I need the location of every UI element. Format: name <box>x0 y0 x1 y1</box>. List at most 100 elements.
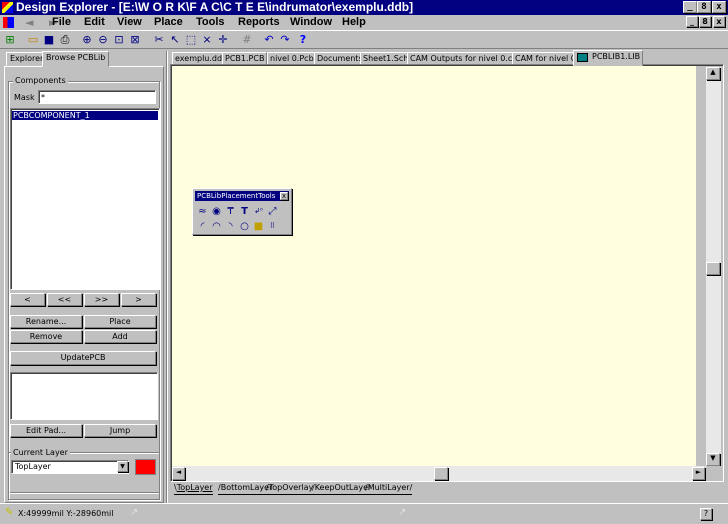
help-icon[interactable]: ? <box>296 33 310 47</box>
deselect-icon[interactable]: ⨯ <box>200 33 214 47</box>
maximize-button[interactable]: 8 <box>697 1 711 13</box>
place-button[interactable]: Place <box>84 315 156 328</box>
horizontal-scrollbar[interactable]: ◄ ► <box>172 466 706 481</box>
jump-button[interactable]: Jump <box>84 424 156 437</box>
cut-wire-icon[interactable]: ✂ <box>152 33 166 47</box>
rename-button[interactable]: Rename... <box>10 315 82 328</box>
tab-bottomlayer-label: BottomLayer <box>220 483 273 492</box>
first-button[interactable]: < <box>10 293 45 306</box>
horizontal-scroll-thumb[interactable] <box>434 467 448 480</box>
prev-button[interactable]: << <box>47 293 82 306</box>
mdi-close-button[interactable]: x <box>713 16 725 27</box>
document-icon[interactable] <box>3 17 14 28</box>
tab-topoverlay-label: TopOverlay <box>268 483 314 492</box>
remove-button[interactable]: Remove <box>10 330 82 343</box>
scroll-corner <box>706 466 721 481</box>
menu-place[interactable]: Place <box>154 15 183 30</box>
layer-color-swatch[interactable] <box>135 459 156 475</box>
scroll-left-icon[interactable]: ◄ <box>172 467 185 480</box>
update-pcb-button[interactable]: UpdatePCB <box>10 351 156 365</box>
menu-bar: ◄ ► File Edit View Place Tools Reports W… <box>0 15 728 30</box>
tab-pcblib1-lib[interactable]: PCBLIB1.LIB <box>573 50 644 66</box>
tab-topoverlay[interactable]: /TopOverlay <box>266 482 314 495</box>
full-circle-icon[interactable]: ○ <box>238 220 251 233</box>
next-button[interactable]: >> <box>84 293 119 306</box>
select-rect-icon[interactable]: ⬚ <box>184 33 198 47</box>
status-arrow2-icon: ↗ <box>398 507 407 518</box>
minimize-button[interactable]: _ <box>683 1 697 13</box>
menu-help[interactable]: Help <box>342 15 366 30</box>
status-bar: ✎ X:49999mil Y:-28960mil ↗ ↗ ? <box>0 503 728 524</box>
components-group-label: Components <box>13 76 68 85</box>
pcblib-icon <box>577 53 588 62</box>
menu-tools[interactable]: Tools <box>196 15 225 30</box>
list-item[interactable]: PCBCOMPONENT_1 <box>12 111 158 120</box>
layer-select-value: TopLayer <box>15 462 51 471</box>
chevron-down-icon[interactable]: ▼ <box>117 461 128 472</box>
move-cross-icon[interactable]: ✛ <box>216 33 230 47</box>
mdi-minimize-button[interactable]: _ <box>686 16 698 27</box>
vertical-scrollbar[interactable]: ▲ ▼ <box>706 67 721 466</box>
menu-edit[interactable]: Edit <box>84 15 105 30</box>
edit-pad-button[interactable]: Edit Pad... <box>10 424 82 437</box>
tab-toplayer-label: TopLayer <box>176 483 213 492</box>
menu-view[interactable]: View <box>117 15 142 30</box>
cursor-pencil-icon: ✎ <box>5 507 14 518</box>
redo-icon[interactable]: ↷ <box>278 33 292 47</box>
open-icon[interactable]: ▭ <box>26 33 40 47</box>
print-icon[interactable]: ⎙ <box>58 33 72 47</box>
zoom-area-icon[interactable]: ⊡ <box>112 33 126 47</box>
scroll-up-icon[interactable]: ▲ <box>706 67 720 80</box>
fill-icon[interactable]: ■ <box>252 220 265 233</box>
mdi-restore-button[interactable]: 8 <box>699 16 711 27</box>
pcb-canvas[interactable] <box>172 66 696 466</box>
tab-bottomlayer[interactable]: /BottomLayer <box>218 482 273 495</box>
scroll-right-icon[interactable]: ► <box>692 467 705 480</box>
last-button[interactable]: > <box>121 293 156 306</box>
array-paste-icon[interactable]: ⠿ <box>266 220 279 233</box>
add-button[interactable]: Add <box>84 330 156 343</box>
arc-edge-icon[interactable]: ◠ <box>210 220 223 233</box>
arc-any-icon[interactable]: ◝ <box>224 220 237 233</box>
tab-browse-pcblib[interactable]: Browse PCBLib <box>42 51 110 67</box>
mask-input[interactable] <box>38 90 156 104</box>
tab-keepoutlayer-label: KeepOutLayer <box>314 483 372 492</box>
string-icon[interactable]: T <box>238 205 251 218</box>
menu-window[interactable]: Window <box>290 15 332 30</box>
zoom-in-icon[interactable]: ⊕ <box>80 33 94 47</box>
browse-panel: Explorer Browse PCBLib Components Mask P… <box>4 51 164 503</box>
window-title: Design Explorer - [E:\W O R K\F A C\C T … <box>16 0 414 14</box>
placement-tools-title-text: PCBLibPlacementTools <box>197 192 276 200</box>
pad-list[interactable] <box>10 372 158 420</box>
arc-center-icon[interactable]: ◜ <box>196 220 209 233</box>
title-bar[interactable]: Design Explorer - [E:\W O R K\F A C\C T … <box>0 0 728 15</box>
status-help-icon[interactable]: ? <box>700 508 712 520</box>
pcblib-placement-tools[interactable]: PCBLibPlacementTools x ≈ ◉ ₸ T ↲⁰ ⤢ ◜ ◠ … <box>192 188 292 235</box>
vertical-scroll-thumb[interactable] <box>706 262 720 275</box>
undo-icon[interactable]: ↶ <box>262 33 276 47</box>
grid-icon[interactable]: # <box>240 33 254 47</box>
zoom-fit-icon[interactable]: ⊠ <box>128 33 142 47</box>
track-icon[interactable]: ≈ <box>196 205 209 218</box>
select-arrow-icon[interactable]: ↖ <box>168 33 182 47</box>
scroll-down-icon[interactable]: ▼ <box>706 453 720 466</box>
zoom-out-icon[interactable]: ⊖ <box>96 33 110 47</box>
placement-tools-title[interactable]: PCBLibPlacementTools x <box>195 191 289 201</box>
coordinate-icon[interactable]: ↲⁰ <box>252 205 265 218</box>
app-icon[interactable] <box>2 2 13 13</box>
component-list[interactable]: PCBCOMPONENT_1 <box>10 108 160 290</box>
close-button[interactable]: x <box>712 1 726 13</box>
layer-select[interactable]: TopLayer ▼ <box>11 460 129 474</box>
tab-toplayer[interactable]: \TopLayer <box>174 482 213 495</box>
tab-keepoutlayer[interactable]: /KeepOutLayer <box>312 482 372 495</box>
tab-multilayer[interactable]: /MultiLayer/ <box>365 482 413 495</box>
save-icon[interactable]: ■ <box>42 33 56 47</box>
placement-tools-close-button[interactable]: x <box>280 192 288 200</box>
via-icon[interactable]: ₸ <box>224 205 237 218</box>
menu-reports[interactable]: Reports <box>238 15 280 30</box>
project-icon[interactable]: ⊞ <box>3 33 17 47</box>
panel-splitter[interactable] <box>166 51 168 503</box>
menu-file[interactable]: File <box>52 15 71 30</box>
pad-icon[interactable]: ◉ <box>210 205 223 218</box>
dimension-icon[interactable]: ⤢ <box>266 205 279 218</box>
